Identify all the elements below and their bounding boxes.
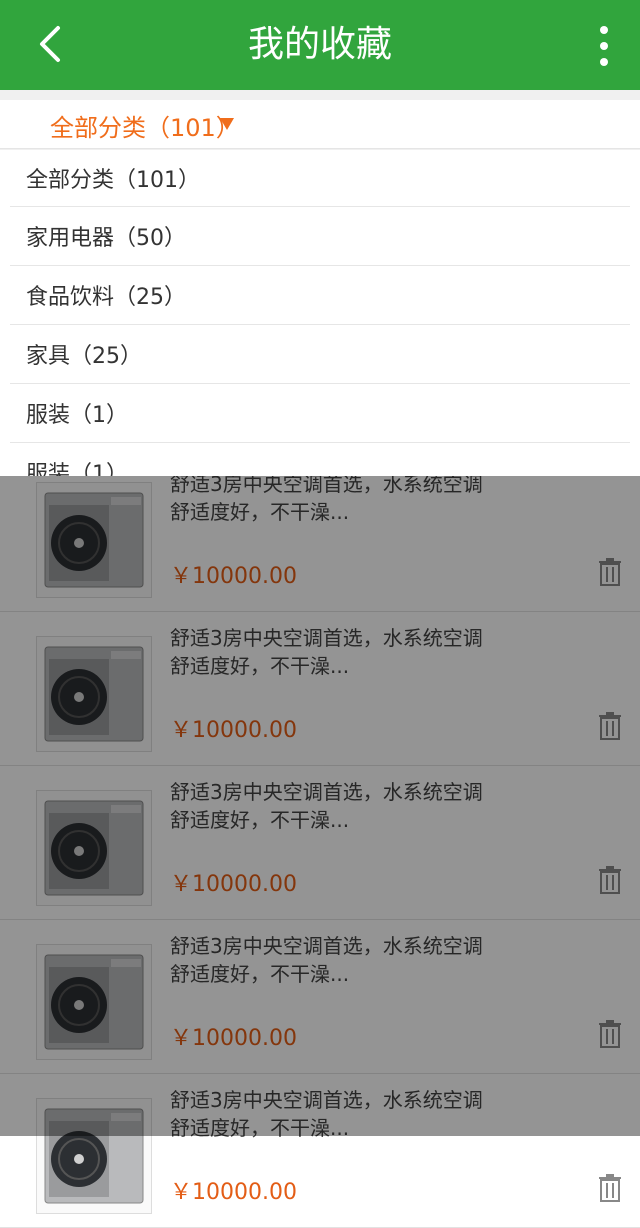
category-dropdown: 全部分类（101） 家用电器（50） 食品饮料（25） 家具（25） 服装（1）… [0,150,640,476]
page-title: 我的收藏 [247,24,392,65]
product-price: ￥10000.00 [170,1180,297,1205]
dropdown-item-food-drinks[interactable]: 食品饮料（25） [10,266,630,325]
dropdown-item-clothing-2[interactable]: 服装（1） [10,443,630,476]
dropdown-triangle-icon[interactable] [220,118,234,130]
dropdown-item-all[interactable]: 全部分类（101） [10,150,630,207]
category-filter-label[interactable]: 全部分类（101） [50,108,240,143]
modal-overlay[interactable] [0,476,640,1136]
more-menu-icon[interactable] [596,24,612,68]
category-filter-bar[interactable]: 全部分类（101） [0,100,640,149]
dropdown-item-appliances[interactable]: 家用电器（50） [10,207,630,266]
top-bar: 我的收藏 [0,0,640,90]
dropdown-item-furniture[interactable]: 家具（25） [10,325,630,384]
dropdown-item-clothing[interactable]: 服装（1） [10,384,630,443]
trash-icon[interactable] [598,1174,622,1202]
